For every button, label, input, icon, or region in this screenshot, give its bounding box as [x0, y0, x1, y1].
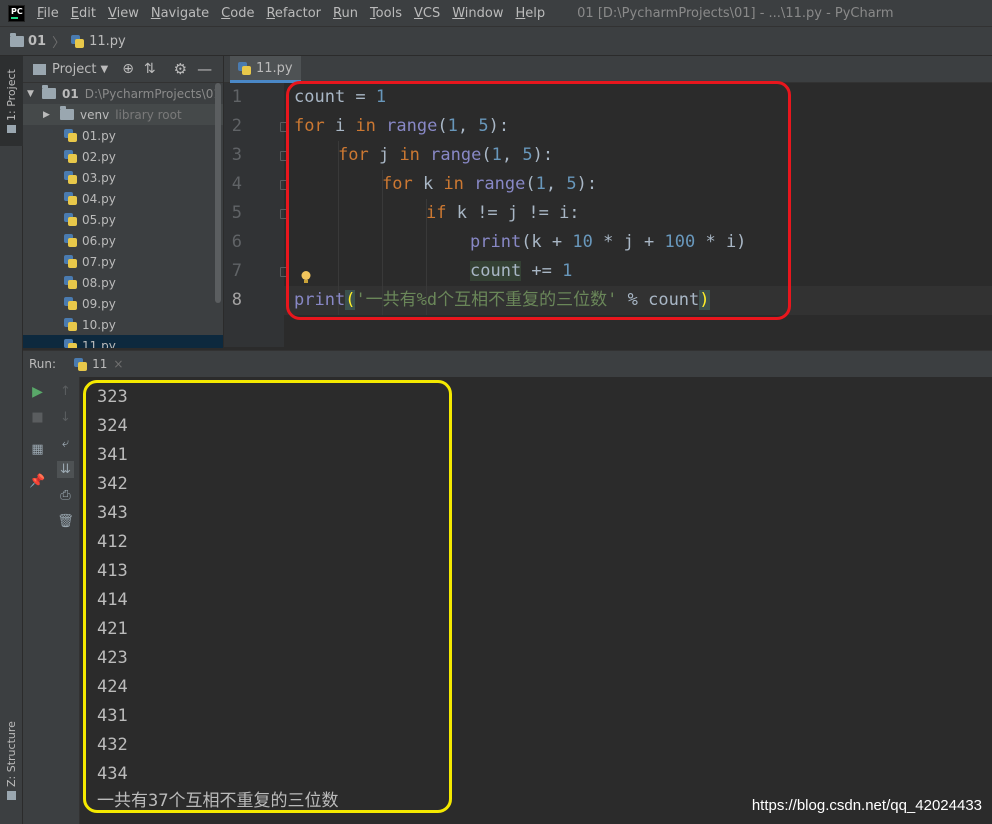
tree-item-file[interactable]: 08.py — [23, 272, 223, 293]
code-highlight-annotation — [286, 81, 791, 320]
left-tool-stripe: 1: Project Z: Structure — [0, 56, 23, 824]
run-tab-11[interactable]: 11 — [92, 357, 107, 371]
close-icon[interactable]: × — [113, 357, 123, 371]
rerun-icon[interactable]: ▶ — [29, 383, 46, 400]
stop-icon[interactable]: ■ — [29, 409, 46, 426]
run-label: Run: — [29, 357, 57, 371]
breadcrumb-separator-icon: 〉 — [52, 35, 66, 51]
folder-icon — [60, 106, 74, 120]
menu-refactor[interactable]: Refactor — [266, 6, 321, 21]
tree-item-file[interactable]: 01.py — [23, 125, 223, 146]
line-number: 3 — [231, 145, 242, 165]
line-number: 5 — [231, 203, 242, 223]
window-title: 01 [D:\PycharmProjects\01] - ...\11.py -… — [577, 5, 894, 21]
line-number: 8 — [231, 290, 242, 310]
python-file-icon — [64, 129, 77, 142]
python-file-icon — [64, 276, 77, 289]
breadcrumb-file[interactable]: 11.py — [89, 34, 126, 49]
pycharm-logo-icon: PC — [8, 4, 25, 22]
arrow-down-icon[interactable]: ↓ — [57, 409, 74, 426]
breadcrumb: 01 〉 11.py — [0, 26, 992, 56]
line-number: 6 — [231, 232, 242, 252]
locate-target-icon[interactable]: ⊕ — [122, 61, 134, 77]
chevron-down-icon[interactable]: ▼ — [100, 64, 108, 75]
trash-icon[interactable]: 🗑 — [57, 513, 74, 530]
tree-item-file[interactable]: 10.py — [23, 314, 223, 335]
python-file-icon — [64, 318, 77, 331]
gear-icon[interactable]: ⚙ — [174, 60, 187, 78]
line-number: 4 — [231, 174, 242, 194]
tree-item-file[interactable]: 03.py — [23, 167, 223, 188]
expand-arrow-icon[interactable]: ▼ — [27, 89, 39, 99]
console-toolbar: ↑ ↓ ⤶ ⇊ ⎙ 🗑 — [51, 377, 80, 824]
project-panel-header: Project ▼ ⊕ ⇅ ⚙ — — [23, 56, 223, 83]
tree-scrollbar[interactable] — [215, 83, 221, 303]
tree-item-file[interactable]: 04.py — [23, 188, 223, 209]
folder-icon — [10, 32, 24, 47]
run-panel-header: Run: 11 × — [23, 350, 992, 377]
tree-item-file-selected[interactable]: 11.py — [23, 335, 223, 348]
tree-item-file[interactable]: 05.py — [23, 209, 223, 230]
tree-item-file[interactable]: 02.py — [23, 146, 223, 167]
menu-navigate[interactable]: Navigate — [151, 6, 209, 21]
menu-view[interactable]: View — [108, 6, 139, 21]
python-file-icon — [74, 357, 88, 371]
tree-item-file[interactable]: 06.py — [23, 230, 223, 251]
menu-edit[interactable]: Edit — [71, 6, 96, 21]
menu-code[interactable]: Code — [221, 6, 254, 21]
layout-icon[interactable]: ▦ — [29, 441, 46, 458]
arrow-up-icon[interactable]: ↑ — [57, 383, 74, 400]
python-file-icon — [64, 150, 77, 163]
run-toolbar: ▶ ■ ▦ 📌 — [23, 377, 51, 824]
hide-panel-icon[interactable]: — — [197, 60, 212, 78]
menu-bar: PC File Edit View Navigate Code Refactor… — [0, 0, 992, 26]
menu-help[interactable]: Help — [516, 6, 546, 21]
folder-icon — [7, 124, 16, 133]
tree-item-file[interactable]: 09.py — [23, 293, 223, 314]
python-file-icon — [64, 297, 77, 310]
structure-tool-tab[interactable]: Z: Structure — [0, 711, 23, 811]
menu-file[interactable]: File — [37, 6, 59, 21]
line-number: 7 — [231, 261, 242, 281]
tree-item-root[interactable]: ▼ 01 D:\PycharmProjects\01 — [23, 83, 223, 104]
menu-tools[interactable]: Tools — [370, 6, 402, 21]
project-view-icon — [33, 63, 46, 75]
expand-arrow-icon[interactable]: ▶ — [43, 110, 57, 120]
menu-run[interactable]: Run — [333, 6, 358, 21]
python-file-icon — [64, 171, 77, 184]
python-file-icon — [64, 255, 77, 268]
menu-window[interactable]: Window — [452, 6, 503, 21]
editor-tab-bar: 11.py — [224, 56, 992, 83]
tree-item-venv[interactable]: ▶ venv library root — [23, 104, 223, 125]
project-view-selector[interactable]: Project — [52, 62, 96, 77]
python-file-icon — [64, 213, 77, 226]
line-number: 1 — [231, 87, 242, 107]
collapse-all-icon[interactable]: ⇅ — [144, 61, 156, 77]
scroll-to-end-icon[interactable]: ⇊ — [57, 461, 74, 478]
breadcrumb-project[interactable]: 01 — [28, 34, 46, 49]
watermark: https://blog.csdn.net/qq_42024433 — [751, 797, 982, 814]
soft-wrap-icon[interactable]: ⤶ — [57, 435, 74, 452]
python-file-icon — [71, 34, 85, 48]
editor-tab-11py[interactable]: 11.py — [230, 56, 301, 83]
line-number-gutter: 1 2 3 4 5 6 7 8 — [224, 83, 289, 347]
python-file-icon — [64, 339, 77, 348]
tree-item-file[interactable]: 07.py — [23, 251, 223, 272]
line-number: 2 — [231, 116, 242, 136]
print-icon[interactable]: ⎙ — [57, 487, 74, 504]
pin-icon[interactable]: 📌 — [29, 473, 46, 490]
console-highlight-annotation — [83, 380, 452, 813]
python-file-icon — [238, 61, 251, 75]
project-tool-tab[interactable]: 1: Project — [0, 56, 23, 146]
project-tree: ▼ 01 D:\PycharmProjects\01 ▶ venv librar… — [23, 83, 223, 348]
structure-icon — [7, 791, 16, 801]
python-file-icon — [64, 192, 77, 205]
menu-vcs[interactable]: VCS — [414, 6, 440, 21]
folder-icon — [42, 85, 56, 99]
python-file-icon — [64, 234, 77, 247]
